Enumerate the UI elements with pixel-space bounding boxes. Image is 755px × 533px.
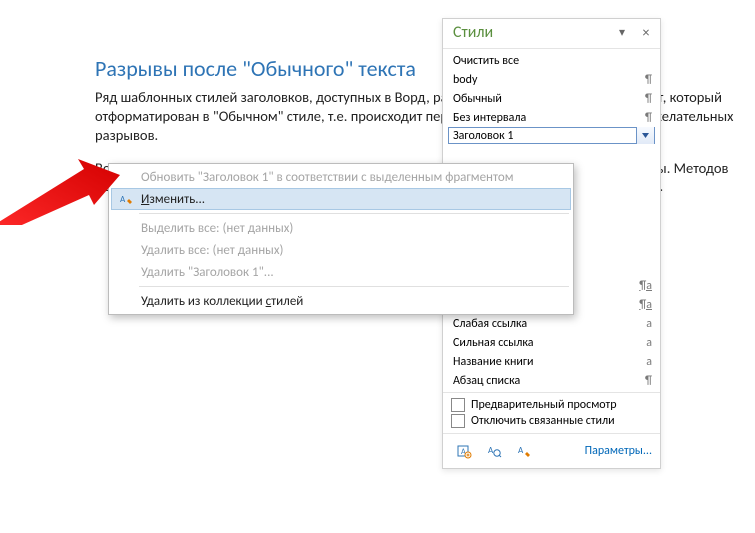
style-type-icon: ¶a: [636, 298, 652, 312]
style-label: Очистить все: [453, 54, 636, 68]
manage-styles-button[interactable]: A: [511, 439, 537, 463]
style-label: body: [453, 73, 636, 87]
style-item[interactable]: Без интервала ¶: [443, 108, 660, 127]
style-context-menu: Обновить "Заголовок 1" в соответствии с …: [108, 163, 574, 315]
style-item[interactable]: body ¶: [443, 70, 660, 89]
checkbox-label: Отключить связанные стили: [471, 414, 615, 428]
params-link[interactable]: Параметры...: [585, 444, 652, 458]
pane-options: Предварительный просмотр Отключить связа…: [443, 392, 660, 433]
ctx-select-all: Выделить все: (нет данных): [111, 217, 571, 239]
pane-footer: A A A Параметры...: [443, 433, 660, 468]
style-item[interactable]: Слабая ссылка a: [443, 314, 660, 333]
pane-header: Стили ▾ ×: [443, 19, 660, 49]
style-type-icon: ¶: [636, 92, 652, 106]
checkbox-icon[interactable]: [451, 398, 465, 412]
ctx-remove-from-gallery[interactable]: Удалить из коллекции стилей: [111, 290, 571, 312]
ctx-label: Обновить "Заголовок 1" в соответствии с …: [141, 170, 514, 185]
style-item[interactable]: Абзац списка ¶: [443, 371, 660, 390]
checkbox-icon[interactable]: [451, 414, 465, 428]
preview-checkbox-row[interactable]: Предварительный просмотр: [451, 397, 652, 413]
style-label: Заголовок 1: [453, 129, 636, 143]
ctx-separator: [139, 286, 569, 287]
style-type-icon: ¶: [636, 374, 652, 388]
style-label: Сильная ссылка: [453, 336, 636, 350]
style-type-icon: a: [636, 317, 652, 331]
style-label: Без интервала: [453, 111, 636, 125]
style-type-icon: a: [636, 336, 652, 350]
style-inspector-button[interactable]: A: [481, 439, 507, 463]
style-item[interactable]: Сильная ссылка a: [443, 333, 660, 352]
modify-icon: A: [118, 191, 134, 207]
style-type-icon: ¶a: [636, 279, 652, 293]
ctx-label: Удалить все: (нет данных): [141, 243, 283, 258]
style-label: Название книги: [453, 355, 636, 369]
ctx-update-to-match: Обновить "Заголовок 1" в соответствии с …: [111, 166, 571, 188]
style-type-icon: ¶: [636, 73, 652, 87]
svg-text:A: A: [120, 194, 126, 205]
ctx-label: Изменить...: [141, 192, 205, 207]
disable-linked-checkbox-row[interactable]: Отключить связанные стили: [451, 413, 652, 429]
ctx-delete-style: Удалить "Заголовок 1"...: [111, 261, 571, 283]
ctx-label: Удалить "Заголовок 1"...: [141, 265, 274, 280]
style-item[interactable]: Обычный ¶: [443, 89, 660, 108]
style-type-icon: ¶: [636, 111, 652, 125]
style-item-selected[interactable]: Заголовок 1: [448, 127, 655, 144]
pane-title: Стили: [453, 23, 614, 42]
new-style-button[interactable]: A: [451, 439, 477, 463]
style-item[interactable]: Название книги a: [443, 352, 660, 371]
style-label: Обычный: [453, 92, 636, 106]
style-label: Абзац списка: [453, 374, 636, 388]
ctx-label: Удалить из коллекции стилей: [141, 294, 303, 309]
style-item[interactable]: Очистить все: [443, 51, 660, 70]
ctx-remove-all: Удалить все: (нет данных): [111, 239, 571, 261]
pane-options-caret-icon[interactable]: ▾: [614, 25, 630, 40]
pane-close-icon[interactable]: ×: [638, 24, 654, 41]
ctx-label: Выделить все: (нет данных): [141, 221, 293, 236]
svg-text:A: A: [488, 445, 494, 456]
style-type-icon: a: [636, 355, 652, 369]
style-label: Слабая ссылка: [453, 317, 636, 331]
svg-text:A: A: [518, 445, 524, 456]
ctx-modify[interactable]: A Изменить...: [111, 188, 571, 210]
checkbox-label: Предварительный просмотр: [471, 398, 617, 412]
style-dropdown-icon[interactable]: [636, 127, 654, 144]
ctx-separator: [139, 213, 569, 214]
